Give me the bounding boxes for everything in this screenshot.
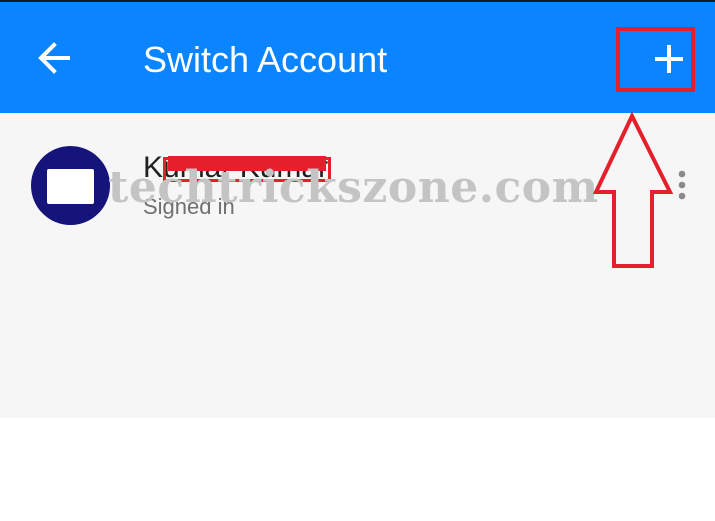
app-bar-title: Switch Account [143,39,388,80]
back-button[interactable] [30,34,78,82]
watermark: techtrickszone.com [108,162,599,213]
avatar-placeholder-icon [47,169,94,204]
add-button-highlight [616,27,695,92]
arrow-up-icon [592,112,674,268]
app-bar: Switch Account [0,2,715,113]
avatar [31,146,110,225]
arrow-left-icon [38,42,70,74]
